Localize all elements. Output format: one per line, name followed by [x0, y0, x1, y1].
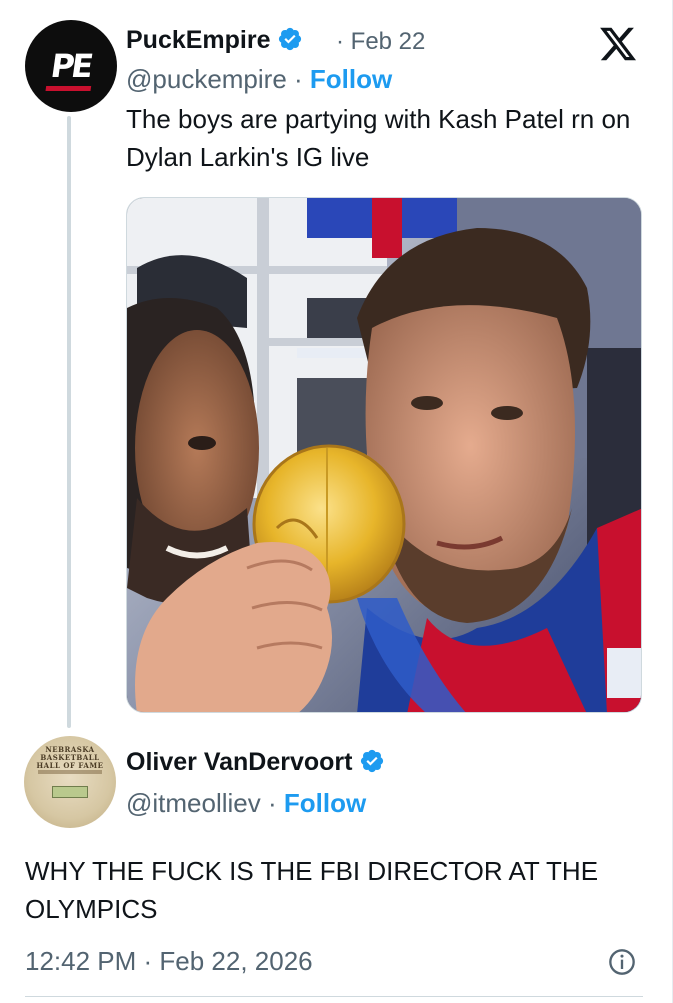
tweet-timestamp[interactable]: 12:42 PM · Feb 22, 2026: [25, 946, 313, 977]
avatar-plaque-box: [52, 786, 88, 798]
follow-button[interactable]: Follow: [310, 64, 392, 94]
x-logo-icon[interactable]: [596, 24, 640, 64]
separator: ·: [260, 788, 284, 818]
separator: ·: [286, 64, 310, 94]
author-name[interactable]: PuckEmpire: [126, 26, 303, 55]
verified-badge-icon: [361, 749, 384, 773]
author-name[interactable]: Oliver VanDervoort: [126, 748, 385, 777]
info-icon[interactable]: [608, 948, 636, 976]
avatar-plaque-text: NEBRASKA BASKETBALL HALL OF FAME: [36, 745, 104, 770]
tweet-photo[interactable]: [126, 197, 642, 713]
thread-line: [67, 116, 71, 728]
puckempire-logo: PE: [45, 47, 93, 91]
handle[interactable]: @puckempire: [126, 64, 287, 94]
puckempire-avatar[interactable]: PE: [25, 20, 117, 112]
olliev-avatar[interactable]: NEBRASKA BASKETBALL HALL OF FAME: [24, 736, 116, 828]
follow-button[interactable]: Follow: [284, 788, 366, 818]
handle-row: @puckempire · Follow: [126, 64, 392, 95]
handle[interactable]: @itmeolliev: [126, 788, 261, 818]
tweet-card: PE PuckEmpire · Feb 22 @puckempire · Fol…: [0, 0, 673, 1003]
tweet-text: WHY THE FUCK IS THE FBI DIRECTOR AT THE …: [25, 856, 599, 924]
display-name[interactable]: PuckEmpire: [126, 26, 271, 54]
tweet-text: The boys are partying with Kash Patel rn…: [126, 104, 631, 172]
tweet-date[interactable]: · Feb 22: [336, 28, 425, 56]
display-name[interactable]: Oliver VanDervoort: [126, 748, 352, 776]
handle-row: @itmeolliev · Follow: [126, 788, 366, 819]
locker-room-photo: [127, 198, 641, 712]
avatar-plaque-lines: [38, 770, 102, 774]
verified-badge-icon: [279, 27, 302, 51]
divider: [25, 996, 643, 997]
